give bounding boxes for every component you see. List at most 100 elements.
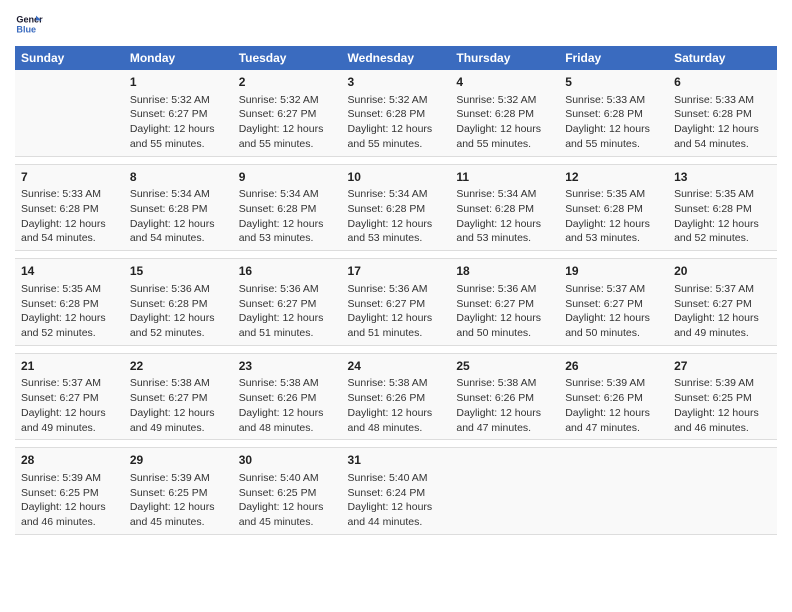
cell-info: Sunrise: 5:38 AM [348,376,445,391]
logo: General Blue [15,10,47,38]
cell-info: and 54 minutes. [674,137,771,152]
cell-info: and 55 minutes. [239,137,336,152]
cell-info: Sunset: 6:25 PM [239,486,336,501]
cell-5-3: 30Sunrise: 5:40 AMSunset: 6:25 PMDayligh… [233,448,342,535]
cell-info: Daylight: 12 hours [348,406,445,421]
day-number: 27 [674,358,771,375]
cell-info: Sunset: 6:27 PM [239,297,336,312]
cell-info: Sunrise: 5:36 AM [130,282,227,297]
cell-2-5: 11Sunrise: 5:34 AMSunset: 6:28 PMDayligh… [450,164,559,251]
day-number: 5 [565,74,662,91]
cell-5-7 [668,448,777,535]
cell-info: and 46 minutes. [674,421,771,436]
cell-info: Sunrise: 5:39 AM [130,471,227,486]
cell-info: Daylight: 12 hours [565,217,662,232]
page-header: General Blue [15,10,777,38]
cell-info: Daylight: 12 hours [348,217,445,232]
cell-4-2: 22Sunrise: 5:38 AMSunset: 6:27 PMDayligh… [124,353,233,440]
day-number: 13 [674,169,771,186]
day-number: 17 [348,263,445,280]
cell-1-5: 4Sunrise: 5:32 AMSunset: 6:28 PMDaylight… [450,70,559,156]
cell-info: and 49 minutes. [21,421,118,436]
cell-info: Sunrise: 5:37 AM [21,376,118,391]
cell-info: Daylight: 12 hours [239,500,336,515]
cell-info: Sunrise: 5:35 AM [565,187,662,202]
cell-info: Daylight: 12 hours [130,500,227,515]
cell-2-4: 10Sunrise: 5:34 AMSunset: 6:28 PMDayligh… [342,164,451,251]
spacer-row [15,251,777,259]
cell-info: Sunset: 6:28 PM [348,202,445,217]
cell-info: Sunrise: 5:32 AM [130,93,227,108]
cell-3-7: 20Sunrise: 5:37 AMSunset: 6:27 PMDayligh… [668,259,777,346]
cell-3-2: 15Sunrise: 5:36 AMSunset: 6:28 PMDayligh… [124,259,233,346]
cell-info: Daylight: 12 hours [348,500,445,515]
cell-info: Sunset: 6:28 PM [21,202,118,217]
cell-info: and 52 minutes. [130,326,227,341]
cell-4-4: 24Sunrise: 5:38 AMSunset: 6:26 PMDayligh… [342,353,451,440]
day-number: 20 [674,263,771,280]
cell-info: Daylight: 12 hours [130,311,227,326]
cell-info: Daylight: 12 hours [456,217,553,232]
cell-info: and 55 minutes. [348,137,445,152]
cell-info: Sunrise: 5:34 AM [130,187,227,202]
cell-info: Sunrise: 5:36 AM [239,282,336,297]
cell-info: Sunrise: 5:36 AM [348,282,445,297]
day-number: 30 [239,452,336,469]
day-number: 19 [565,263,662,280]
cell-info: Sunset: 6:28 PM [565,202,662,217]
day-number: 2 [239,74,336,91]
cell-info: Sunset: 6:28 PM [456,107,553,122]
cell-info: Sunrise: 5:38 AM [456,376,553,391]
cell-4-1: 21Sunrise: 5:37 AMSunset: 6:27 PMDayligh… [15,353,124,440]
cell-info: Sunrise: 5:38 AM [130,376,227,391]
cell-info: Sunset: 6:27 PM [348,297,445,312]
cell-5-2: 29 Sunrise: 5:39 AMSunset: 6:25 PMDayligh… [124,448,233,535]
cell-info: Daylight: 12 hours [456,122,553,137]
col-header-saturday: Saturday [668,46,777,70]
cell-info: Sunset: 6:24 PM [348,486,445,501]
cell-info: and 48 minutes. [348,421,445,436]
cell-info: Sunrise: 5:39 AM [674,376,771,391]
cell-info: Sunrise: 5:32 AM [239,93,336,108]
cell-info: and 45 minutes. [130,515,227,530]
col-header-tuesday: Tuesday [233,46,342,70]
day-number: 22 [130,358,227,375]
cell-1-6: 5Sunrise: 5:33 AMSunset: 6:28 PMDaylight… [559,70,668,156]
day-number: 6 [674,74,771,91]
cell-info: Sunset: 6:28 PM [130,297,227,312]
cell-4-7: 27Sunrise: 5:39 AMSunset: 6:25 PMDayligh… [668,353,777,440]
cell-info: Sunset: 6:28 PM [348,107,445,122]
cell-info: Sunset: 6:26 PM [456,391,553,406]
cell-3-5: 18Sunrise: 5:36 AMSunset: 6:27 PMDayligh… [450,259,559,346]
cell-info: Daylight: 12 hours [239,406,336,421]
day-number: 29 [130,452,227,469]
svg-text:Blue: Blue [16,24,36,34]
cell-info: and 55 minutes. [130,137,227,152]
cell-1-4: 3Sunrise: 5:32 AMSunset: 6:28 PMDaylight… [342,70,451,156]
day-number: 23 [239,358,336,375]
cell-info: Daylight: 12 hours [130,122,227,137]
cell-3-4: 17Sunrise: 5:36 AMSunset: 6:27 PMDayligh… [342,259,451,346]
cell-info: Daylight: 12 hours [130,406,227,421]
day-number: 18 [456,263,553,280]
cell-info: Daylight: 12 hours [674,406,771,421]
cell-info: Sunset: 6:26 PM [348,391,445,406]
cell-info: and 50 minutes. [565,326,662,341]
cell-4-5: 25Sunrise: 5:38 AMSunset: 6:26 PMDayligh… [450,353,559,440]
cell-info: and 52 minutes. [674,231,771,246]
cell-info: Sunrise: 5:37 AM [674,282,771,297]
week-row-5: 28Sunrise: 5:39 AMSunset: 6:25 PMDayligh… [15,448,777,535]
cell-5-6 [559,448,668,535]
cell-info: Sunrise: 5:34 AM [348,187,445,202]
cell-info: and 54 minutes. [130,231,227,246]
cell-info: and 49 minutes. [130,421,227,436]
day-number: 3 [348,74,445,91]
cell-2-6: 12Sunrise: 5:35 AMSunset: 6:28 PMDayligh… [559,164,668,251]
cell-info: Daylight: 12 hours [239,217,336,232]
cell-3-1: 14Sunrise: 5:35 AMSunset: 6:28 PMDayligh… [15,259,124,346]
day-number: 12 [565,169,662,186]
cell-3-3: 16Sunrise: 5:36 AMSunset: 6:27 PMDayligh… [233,259,342,346]
cell-info: Daylight: 12 hours [565,311,662,326]
cell-info: Sunset: 6:25 PM [130,486,227,501]
day-number: 9 [239,169,336,186]
